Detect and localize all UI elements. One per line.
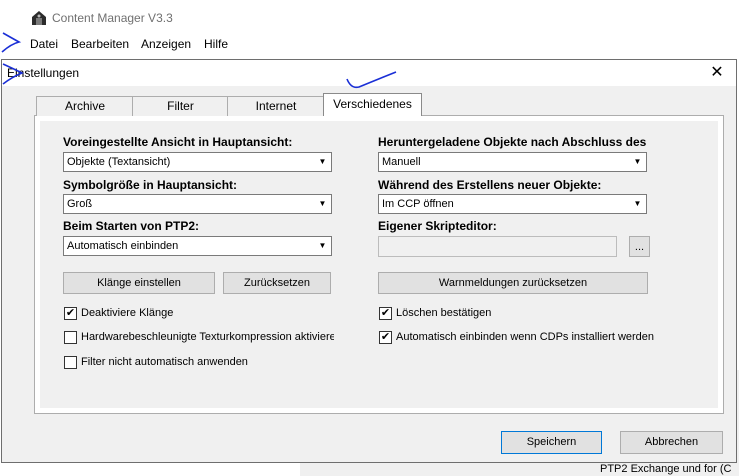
menu-anzeigen[interactable]: Anzeigen — [141, 37, 191, 51]
browse-button[interactable]: ... — [629, 236, 650, 257]
background-status-text: PTP2 Exchange und for (C — [600, 463, 732, 475]
download-label: Heruntergeladene Objekte nach Abschluss … — [378, 135, 646, 149]
auto-mount-label: Automatisch einbinden wenn CDPs installi… — [396, 331, 655, 343]
default-view-select[interactable]: Objekte (Textansicht) ▼ — [63, 152, 332, 172]
icon-size-label: Symbolgröße in Hauptansicht: — [63, 178, 238, 192]
checkmark-icon: ✔ — [65, 307, 76, 319]
startup-label: Beim Starten von PTP2: — [63, 219, 200, 233]
create-select[interactable]: Im CCP öffnen ▼ — [378, 194, 647, 214]
chevron-down-icon[interactable]: ▼ — [630, 196, 645, 212]
create-label: Während des Erstellens neuer Objekte: — [378, 178, 602, 192]
script-editor-label: Eigener Skripteditor: — [378, 219, 497, 233]
default-view-label: Voreingestellte Ansicht in Hauptansicht: — [63, 135, 293, 149]
chevron-down-icon[interactable]: ▼ — [630, 154, 645, 170]
disable-sounds-label: Deaktiviere Klänge — [81, 307, 174, 319]
download-value: Manuell — [382, 156, 421, 168]
download-select[interactable]: Manuell ▼ — [378, 152, 647, 172]
checkmark-icon: ✔ — [380, 307, 391, 319]
chevron-down-icon[interactable]: ▼ — [315, 154, 330, 170]
create-value: Im CCP öffnen — [382, 198, 454, 210]
cancel-button[interactable]: Abbrechen — [620, 431, 723, 454]
app-title: Content Manager V3.3 — [52, 11, 173, 25]
app-logo-icon — [32, 11, 46, 25]
menu-bearbeiten[interactable]: Bearbeiten — [71, 37, 129, 51]
checkmark-icon: ✔ — [380, 331, 391, 343]
confirm-delete-label: Löschen bestätigen — [396, 307, 492, 319]
annotation-arrow-icon — [1, 32, 22, 53]
startup-select[interactable]: Automatisch einbinden ▼ — [63, 236, 332, 256]
chevron-down-icon[interactable]: ▼ — [315, 238, 330, 254]
main-window-titlebar: Content Manager V3.3 — [0, 0, 739, 34]
reset-button[interactable]: Zurücksetzen — [223, 272, 331, 294]
icon-size-select[interactable]: Groß ▼ — [63, 194, 332, 214]
default-view-value: Objekte (Textansicht) — [67, 156, 171, 168]
settings-dialog: Einstellungen ✕ Archive Filter Internet … — [1, 59, 737, 463]
menu-hilfe[interactable]: Hilfe — [204, 37, 228, 51]
save-button[interactable]: Speichern — [501, 431, 602, 454]
auto-mount-checkbox[interactable]: ✔ — [379, 331, 392, 344]
options-content: Voreingestellte Ansicht in Hauptansicht:… — [2, 60, 736, 460]
sounds-button[interactable]: Klänge einstellen — [63, 272, 215, 294]
menu-datei[interactable]: Datei — [30, 37, 58, 51]
reset-warnings-button[interactable]: Warnmeldungen zurücksetzen — [378, 272, 648, 294]
no-auto-filter-label: Filter nicht automatisch anwenden — [81, 356, 248, 368]
hw-compression-label: Hardwarebeschleunigte Texturkompression … — [81, 331, 334, 343]
script-editor-input[interactable] — [378, 236, 617, 257]
chevron-down-icon[interactable]: ▼ — [315, 196, 330, 212]
no-auto-filter-checkbox[interactable] — [64, 356, 77, 369]
icon-size-value: Groß — [67, 198, 93, 210]
startup-value: Automatisch einbinden — [67, 240, 179, 252]
disable-sounds-checkbox[interactable]: ✔ — [64, 307, 77, 320]
menu-bar: Datei Bearbeiten Anzeigen Hilfe — [0, 34, 739, 54]
confirm-delete-checkbox[interactable]: ✔ — [379, 307, 392, 320]
hw-compression-checkbox[interactable] — [64, 331, 77, 344]
